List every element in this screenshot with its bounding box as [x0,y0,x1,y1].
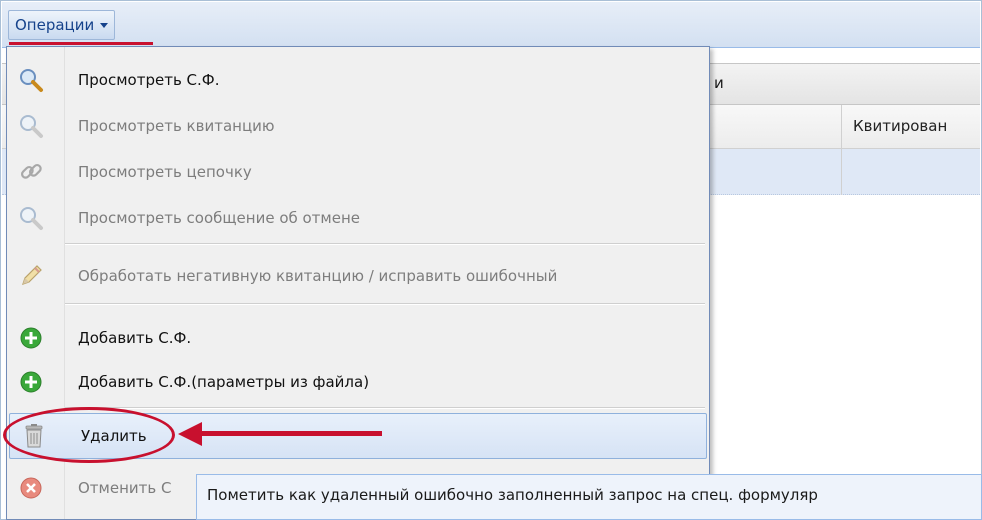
tooltip: Пометить как удаленный ошибочно заполнен… [196,474,982,520]
panel-header-title: и [714,74,724,92]
grid-column-divider [841,105,842,195]
menu-item-view-receipt[interactable]: Просмотреть квитанцию [7,103,709,149]
menu-separator [65,243,705,245]
operations-underline-annotation [9,42,153,45]
menu-item-label: Просмотреть С.Ф. [78,71,220,89]
magnifier-icon [17,66,45,94]
add-circle-icon [17,324,45,352]
grid-column-kvitirovan[interactable]: Квитирован [853,117,947,135]
menu-item-label: Просмотреть квитанцию [78,117,275,135]
menu-separator [65,407,705,409]
arrow-line-annotation [198,431,382,436]
cancel-circle-icon [17,474,45,502]
operations-menu-label: Операции [15,16,95,34]
menu-item-label: Добавить С.Ф.(параметры из файла) [78,373,370,391]
chain-link-icon [17,158,45,186]
menu-item-view-invoice[interactable]: Просмотреть С.Ф. [7,57,709,103]
menu-item-label: Добавить С.Ф. [78,329,192,347]
operations-menu-button[interactable]: Операции [8,10,116,40]
highlight-ellipse-annotation [3,407,175,463]
magnifier-icon [17,204,45,232]
menu-item-view-chain[interactable]: Просмотреть цепочку [7,149,709,195]
menu-item-view-cancellation-message[interactable]: Просмотреть сообщение об отмене [7,195,709,241]
menu-item-label: Обработать негативную квитанцию / исправ… [78,267,558,285]
menu-item-add-invoice[interactable]: Добавить С.Ф. [7,315,709,361]
menu-separator [65,303,705,305]
magnifier-icon [17,112,45,140]
add-circle-icon [17,368,45,396]
pencil-icon [17,262,45,290]
menu-item-process-negative-receipt[interactable]: Обработать негативную квитанцию / исправ… [7,253,709,299]
menu-item-add-invoice-from-file[interactable]: Добавить С.Ф.(параметры из файла) [7,359,709,405]
menu-item-label: Просмотреть цепочку [78,163,252,181]
menu-item-label: Просмотреть сообщение об отмене [78,209,361,227]
menu-item-label: Отменить С [78,479,172,497]
tooltip-text: Пометить как удаленный ошибочно заполнен… [207,486,818,504]
chevron-down-icon [100,22,109,28]
